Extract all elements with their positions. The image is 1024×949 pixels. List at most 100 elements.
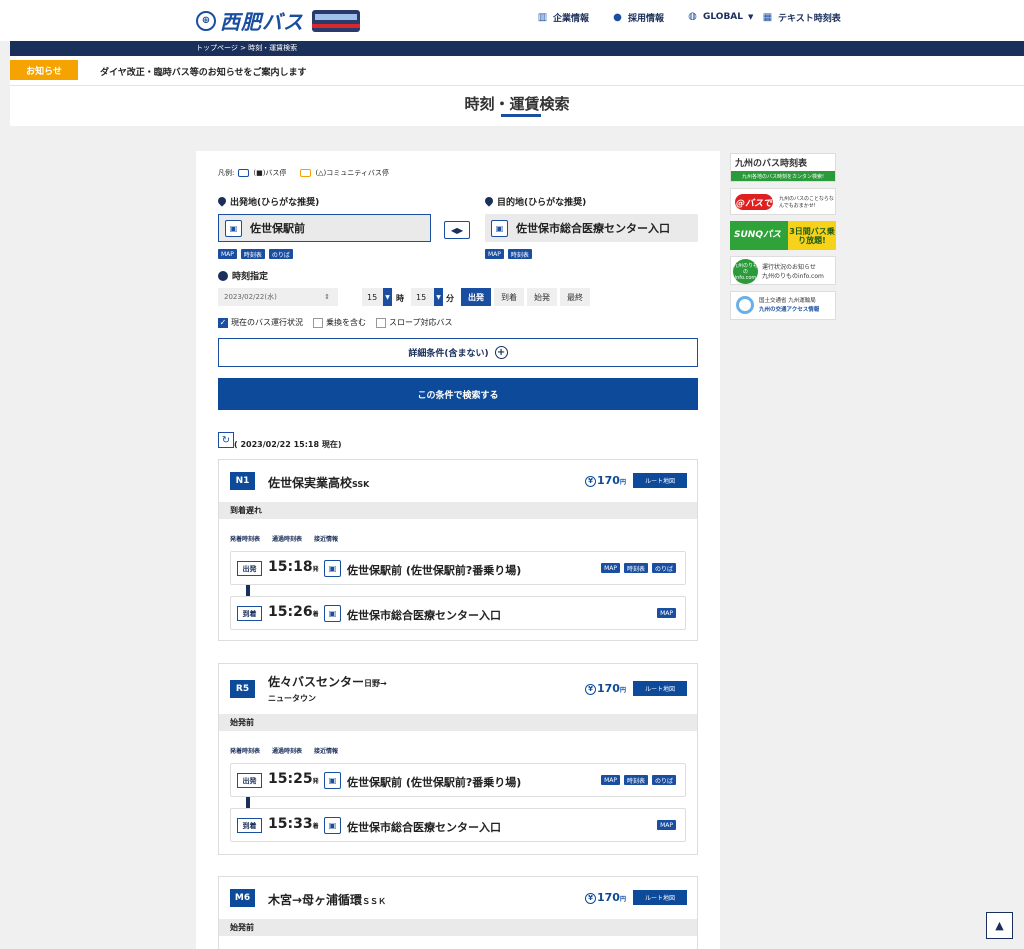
result-card: M6 木宮→母ヶ浦循環ＳＳＫ ¥170円 ルート地図 始発前 <box>218 876 698 949</box>
option-transfer[interactable]: 乗換を含む <box>313 317 366 328</box>
nav-text-timetable[interactable]: ▦ テキスト時刻表 <box>762 11 841 24</box>
search-panel: 凡例: (■)バス停 (△)コミュニティバス停 出発地(ひらがな推奨) 目的地(… <box>196 151 720 949</box>
arrival-stop: 佐世保市総合医療センター入口 <box>347 821 501 834</box>
site-header: ⊕ 西肥バス ▥ 企業情報 ● 採用情報 ◍ GLOBAL ▼ ▦ テキスト時刻… <box>0 0 1024 41</box>
banner-norimono-info[interactable]: 九州のりものinfo.com 運行状況のお知らせ 九州のりものinfo.com <box>730 256 836 285</box>
arrival-stop: 佐世保市総合医療センター入口 <box>347 609 501 622</box>
scroll-to-top-button[interactable]: ▲ <box>986 912 1013 939</box>
link-departure-timetable[interactable]: 発着時刻表 <box>230 534 260 543</box>
notice-badge: お知らせ <box>10 60 78 80</box>
route-destination: 佐世保実業高校SSK <box>268 476 370 490</box>
link-approach-info[interactable]: 接近情報 <box>314 534 338 543</box>
departure-row: 出発 15:25発 ▣ 佐世保駅前 (佐世保駅前?番乗り場) MAP 時刻表 の… <box>230 763 686 797</box>
origin-tags: MAP 時刻表 のりば <box>218 249 293 259</box>
detail-conditions-button[interactable]: 詳細条件(含まない) + <box>218 338 698 367</box>
search-button[interactable]: この条件で検索する <box>218 378 698 410</box>
logo-text: 西肥バス <box>220 10 304 34</box>
destination-tags: MAP 時刻表 <box>485 249 532 259</box>
updown-icon: ⇕ <box>324 293 330 301</box>
globe-icon: ◍ <box>688 11 697 22</box>
result-links: 発着時刻表 通過時刻表 接近情報 <box>230 534 338 543</box>
notice-bar[interactable]: お知らせ ダイヤ改正・臨時バス等のお知らせをご案内します <box>10 56 1024 86</box>
departure-stop: 佐世保駅前 (佐世保駅前?番乗り場) <box>347 776 522 789</box>
building-icon: ▥ <box>537 12 548 23</box>
nav-corporate[interactable]: ▥ 企業情報 <box>537 11 589 24</box>
platform-button[interactable]: のりば <box>651 775 676 785</box>
banner-kyushu-transport-bureau[interactable]: 国土交通省 九州運輸局 九州の交通アクセス情報 <box>730 291 836 320</box>
bus-stop-icon: ▣ <box>324 772 341 789</box>
yen-icon: ¥ <box>585 893 596 904</box>
bus-stop-icon: ▣ <box>324 605 341 622</box>
map-button[interactable]: MAP <box>657 608 676 618</box>
date-select[interactable]: 2023/02/22(水) ⇕ <box>218 288 338 306</box>
checkbox[interactable] <box>376 317 386 328</box>
link-departure-timetable[interactable]: 発着時刻表 <box>230 746 260 755</box>
status-bar: 始発前 <box>219 714 697 731</box>
departure-label: 出発 <box>237 773 262 788</box>
arrow-up-icon: ▲ <box>995 919 1004 932</box>
destination-timetable-button[interactable]: 時刻表 <box>507 249 532 259</box>
mode-last[interactable]: 最終 <box>560 288 590 306</box>
hour-unit: 時 <box>396 294 404 303</box>
banner-sunq-pass[interactable]: SUNQパス 3日間バス乗り放題! <box>730 221 836 250</box>
clock-icon <box>218 270 228 281</box>
link-approach-info[interactable]: 接近情報 <box>314 746 338 755</box>
link-passing-timetable[interactable]: 通過時刻表 <box>272 746 302 755</box>
map-button[interactable]: MAP <box>657 820 676 830</box>
destination-map-button[interactable]: MAP <box>485 249 504 259</box>
origin-input[interactable]: ▣ 佐世保駅前 <box>218 214 431 242</box>
arrival-label: 到着 <box>237 606 262 621</box>
route-map-button[interactable]: ルート地図 <box>633 681 687 696</box>
departure-row: 出発 15:18発 ▣ 佐世保駅前 (佐世保駅前?番乗り場) MAP 時刻表 の… <box>230 551 686 585</box>
breadcrumb[interactable]: トップページ > 時刻・運賃検索 <box>10 41 1024 56</box>
arrival-label: 到着 <box>237 818 262 833</box>
title-bar: 時刻・運賃検索 <box>10 86 1024 126</box>
nav-global[interactable]: ◍ GLOBAL ▼ <box>687 11 753 22</box>
route-badge: N1 <box>230 472 255 490</box>
company-emblem-icon: ⊕ <box>196 10 216 31</box>
minute-select[interactable]: 15 ▼ <box>411 288 443 306</box>
origin-label: 出発地(ひらがな推奨) <box>218 195 319 208</box>
link-passing-timetable[interactable]: 通過時刻表 <box>272 534 302 543</box>
hour-select[interactable]: 15 ▼ <box>362 288 392 306</box>
result-card: R5 佐々バスセンター日野→ ニュータウン ¥170円 ルート地図 始発前 発着… <box>218 663 698 855</box>
fare: ¥170円 <box>585 682 626 695</box>
caret-down-icon: ▼ <box>748 12 754 21</box>
mode-departure[interactable]: 出発 <box>461 288 491 306</box>
fare: ¥170円 <box>585 891 626 904</box>
site-logo[interactable]: ⊕ 西肥バス <box>196 6 360 35</box>
timetable-button[interactable]: 時刻表 <box>623 775 648 785</box>
bus-stop-icon <box>238 169 250 177</box>
origin-map-button[interactable]: MAP <box>218 249 237 259</box>
route-connector <box>246 585 250 596</box>
nav-recruit[interactable]: ● 採用情報 <box>612 11 664 24</box>
map-button[interactable]: MAP <box>601 563 620 573</box>
checkbox-checked[interactable]: ✓ <box>218 317 228 328</box>
platform-button[interactable]: のりば <box>651 563 676 573</box>
map-button[interactable]: MAP <box>601 775 620 785</box>
timetable-button[interactable]: 時刻表 <box>623 563 648 573</box>
mode-arrival[interactable]: 到着 <box>494 288 524 306</box>
result-links: 発着時刻表 通過時刻表 接近情報 <box>230 746 338 755</box>
swap-stops-button[interactable]: ◀▶ <box>444 221 470 239</box>
option-live-status[interactable]: ✓ 現在のバス運行状況 <box>218 317 303 328</box>
status-bar: 始発前 <box>219 919 697 936</box>
notice-text[interactable]: ダイヤ改正・臨時バス等のお知らせをご案内します <box>100 65 307 78</box>
plus-circle-icon: + <box>494 346 508 359</box>
origin-timetable-button[interactable]: 時刻表 <box>240 249 265 259</box>
mode-first[interactable]: 始発 <box>527 288 557 306</box>
bureau-emblem-icon <box>736 296 754 314</box>
departure-time: 15:18発 <box>268 559 319 575</box>
as-of-timestamp: ( 2023/02/22 15:18 現在) <box>234 440 342 449</box>
banner-kyushu-bus-timetable[interactable]: 九州のバス時刻表 九州各地のバス時刻をカンタン検索! <box>730 153 836 182</box>
banner-atbasde[interactable]: @バスで 九州のバスのことならなんでもおまかせ! <box>730 188 836 215</box>
option-slope-bus[interactable]: スロープ対応バス <box>376 317 453 328</box>
checkbox[interactable] <box>313 317 323 328</box>
arrival-time: 15:33着 <box>268 816 319 832</box>
origin-platform-button[interactable]: のりば <box>268 249 293 259</box>
refresh-icon[interactable]: ↻ <box>218 432 234 448</box>
route-map-button[interactable]: ルート地図 <box>633 890 687 905</box>
route-map-button[interactable]: ルート地図 <box>633 473 687 488</box>
destination-input[interactable]: ▣ 佐世保市総合医療センター入口 <box>485 214 698 242</box>
title-underline <box>501 114 541 117</box>
